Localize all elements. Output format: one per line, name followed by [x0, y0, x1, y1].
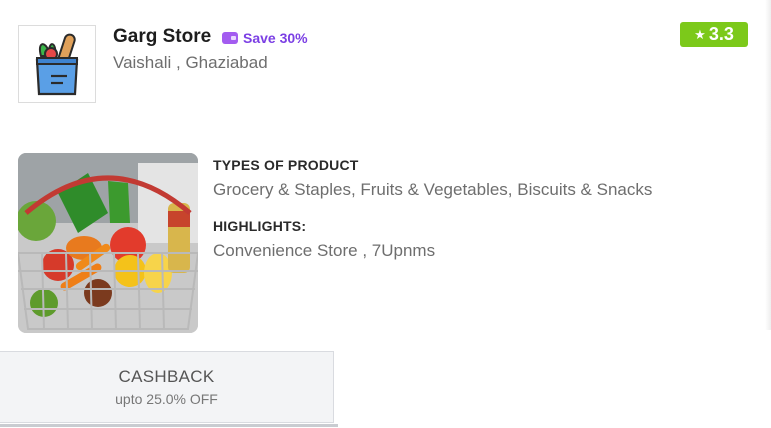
bottom-divider: [0, 424, 338, 427]
save-badge-label: Save 30%: [243, 30, 308, 46]
wallet-icon: [222, 32, 238, 44]
store-location: Vaishali , Ghaziabad: [113, 53, 268, 72]
types-of-product-label: TYPES OF PRODUCT: [213, 157, 359, 173]
grocery-basket-image: [18, 153, 198, 333]
rating-value: 3.3: [708, 24, 734, 44]
card-edge-shadow: [765, 0, 771, 330]
save-badge: Save 30%: [222, 29, 308, 47]
highlights-value: Convenience Store , 7Upnms: [213, 241, 436, 260]
store-logo[interactable]: [18, 25, 96, 103]
cashback-box[interactable]: CASHBACK upto 25.0% OFF: [0, 351, 334, 423]
rating-badge: ★ 3.3: [680, 22, 748, 47]
types-of-product-value: Grocery & Staples, Fruits & Vegetables, …: [213, 180, 653, 199]
product-image[interactable]: [18, 153, 198, 333]
store-card[interactable]: Garg Store Save 30% Vaishali , Ghaziabad…: [0, 0, 771, 428]
highlights-label: HIGHLIGHTS:: [213, 218, 307, 234]
store-name[interactable]: Garg Store: [113, 26, 211, 48]
cashback-title: CASHBACK: [118, 367, 215, 386]
cashback-subtitle: upto 25.0% OFF: [115, 391, 218, 407]
grocery-bag-icon: [35, 33, 79, 96]
star-icon: ★: [694, 27, 706, 42]
